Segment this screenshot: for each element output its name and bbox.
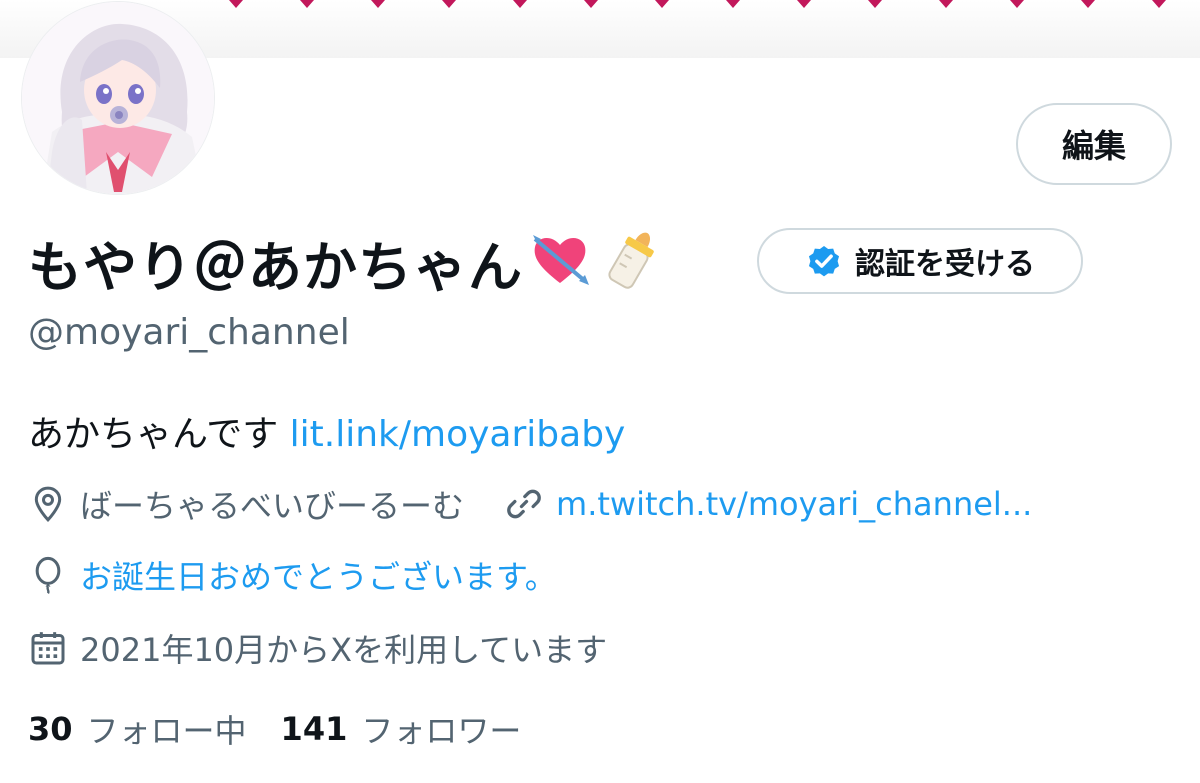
map-pin-icon <box>34 486 62 523</box>
follow-stats: 30 フォロー中 141 フォロワー <box>28 702 555 756</box>
joined-text: 2021年10月からXを利用しています <box>80 631 608 669</box>
birthday-text[interactable]: お誕生日おめでとうございます。 <box>80 552 557 598</box>
link-icon <box>507 489 541 519</box>
location-website-row: ばーちゃるべいびーるーむ m.twitch.tv/moyari_channel.… <box>28 479 1032 529</box>
bio-link[interactable]: lit.link/moyaribaby <box>290 414 626 455</box>
bio-text: あかちゃんです <box>28 414 290 455</box>
website-link[interactable]: m.twitch.tv/moyari_channel... <box>556 485 1032 523</box>
get-verified-label: 認証を受ける <box>855 247 1035 282</box>
profile-page: 編集 もやり＠あかちゃん 認証を受ける @moyari_channel あかちゃ… <box>0 0 1200 783</box>
baby-bottle-icon <box>608 232 654 289</box>
display-name: もやり＠あかちゃん <box>28 235 523 299</box>
following-label: フォロー中 <box>86 712 247 750</box>
followers-label: フォロワー <box>361 712 522 750</box>
following-count: 30 <box>28 710 73 748</box>
birthday-row: お誕生日おめでとうございます。 <box>28 550 557 600</box>
heart-arrow-icon <box>533 235 589 285</box>
user-handle: @moyari_channel <box>28 312 350 353</box>
edit-profile-label: 編集 <box>1061 127 1126 165</box>
banner-pattern <box>229 0 1166 8</box>
baby-bottle-emoji <box>605 227 659 297</box>
calendar-icon <box>31 632 65 665</box>
avatar[interactable] <box>22 2 214 194</box>
joined-row: 2021年10月からXを利用しています <box>28 623 607 673</box>
avatar-illustration <box>22 2 214 194</box>
heart-arrow-emoji <box>529 229 591 295</box>
balloon-icon <box>35 556 61 594</box>
verified-badge-icon <box>808 245 840 277</box>
bio: あかちゃんです lit.link/moyaribaby <box>28 405 625 457</box>
location-text: ばーちゃるべいびーるーむ <box>80 487 465 525</box>
get-verified-button[interactable]: 認証を受ける <box>757 228 1083 294</box>
followers-count: 141 <box>280 710 348 748</box>
edit-profile-button[interactable]: 編集 <box>1016 103 1172 185</box>
following-stat[interactable]: 30 フォロー中 <box>28 706 281 752</box>
display-name-row: もやり＠あかちゃん <box>28 222 659 302</box>
followers-stat[interactable]: 141 フォロワー <box>281 706 556 752</box>
